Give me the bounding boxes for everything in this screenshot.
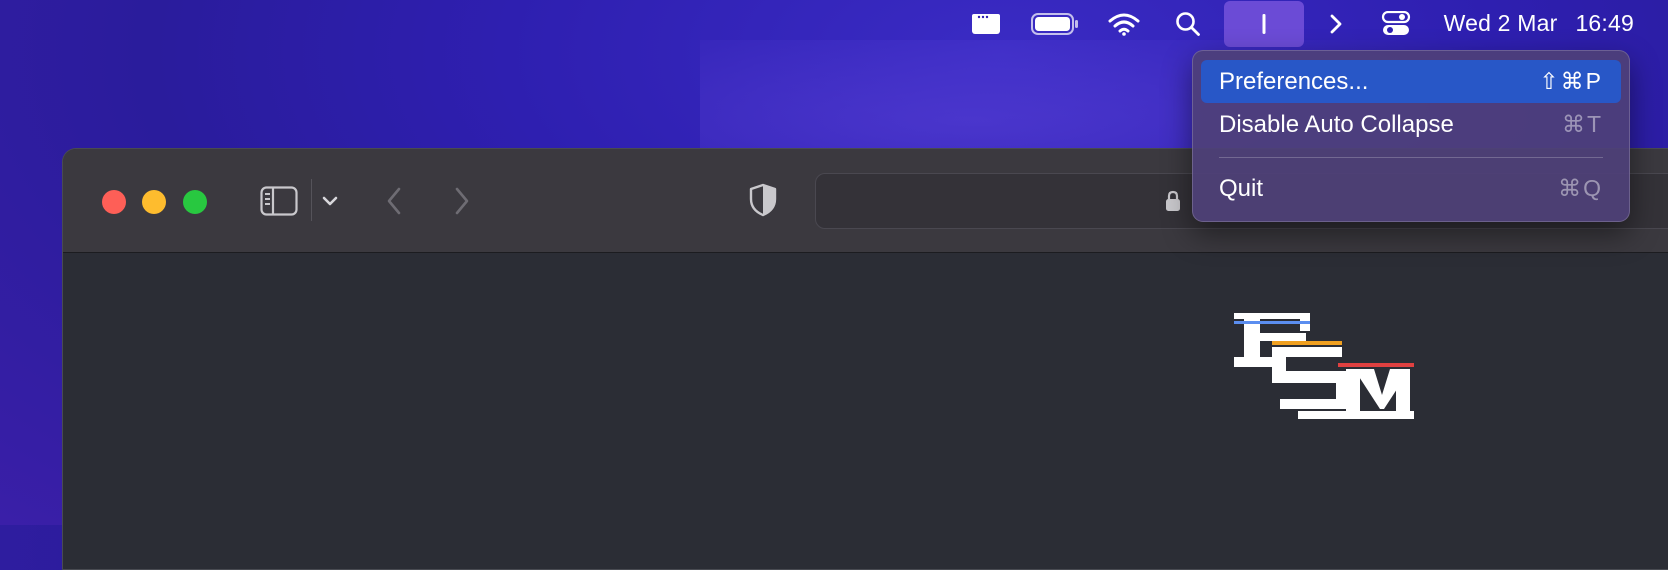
chevron-right-icon[interactable] [1314,0,1358,47]
menu-item-preferences[interactable]: Preferences... ⇧⌘P [1201,60,1621,103]
back-arrow-icon[interactable] [381,183,407,219]
control-center-icon[interactable] [1370,0,1422,47]
battery-icon[interactable] [1024,0,1086,47]
menu-item-label: Disable Auto Collapse [1219,110,1454,138]
sidebar-icon[interactable] [258,184,300,218]
menu-bar-date: Wed 2 Mar [1443,10,1558,36]
menu-item-shortcut: ⌘T [1561,111,1603,137]
privacy-shield-icon[interactable] [747,181,779,219]
menu-item-quit[interactable]: Quit ⌘Q [1201,167,1621,210]
chevron-down-icon[interactable] [317,189,343,213]
page-content [63,253,1668,569]
menu-item-label: Quit [1219,174,1264,202]
menu-bar-time: 16:49 [1575,10,1634,36]
menu-extra-dropdown: Preferences... ⇧⌘P Disable Auto Collapse… [1192,50,1630,222]
forward-arrow-icon[interactable] [449,183,475,219]
menu-item-shortcut: ⇧⌘P [1539,68,1603,94]
menu-separator [1219,157,1603,158]
minimize-window-button[interactable] [142,190,166,214]
app-window-icon[interactable] [960,0,1012,47]
menu-item-label: Preferences... [1219,67,1369,95]
menu-bar-clock[interactable]: Wed 2 Mar 16:49 [1444,10,1634,37]
spotlight-search-icon[interactable] [1162,0,1214,47]
menu-item-shortcut: ⌘Q [1558,175,1603,201]
fsm-logo [1234,311,1414,428]
lock-icon [1162,188,1184,214]
toolbar-divider [311,179,312,221]
menu-item-disable-auto-collapse[interactable]: Disable Auto Collapse ⌘T [1201,103,1621,146]
wifi-icon[interactable] [1098,0,1150,47]
menu-extra-icon[interactable] [1223,0,1304,47]
close-window-button[interactable] [102,190,126,214]
zoom-window-button[interactable] [183,190,207,214]
menu-bar: Wed 2 Mar 16:49 [0,0,1668,47]
